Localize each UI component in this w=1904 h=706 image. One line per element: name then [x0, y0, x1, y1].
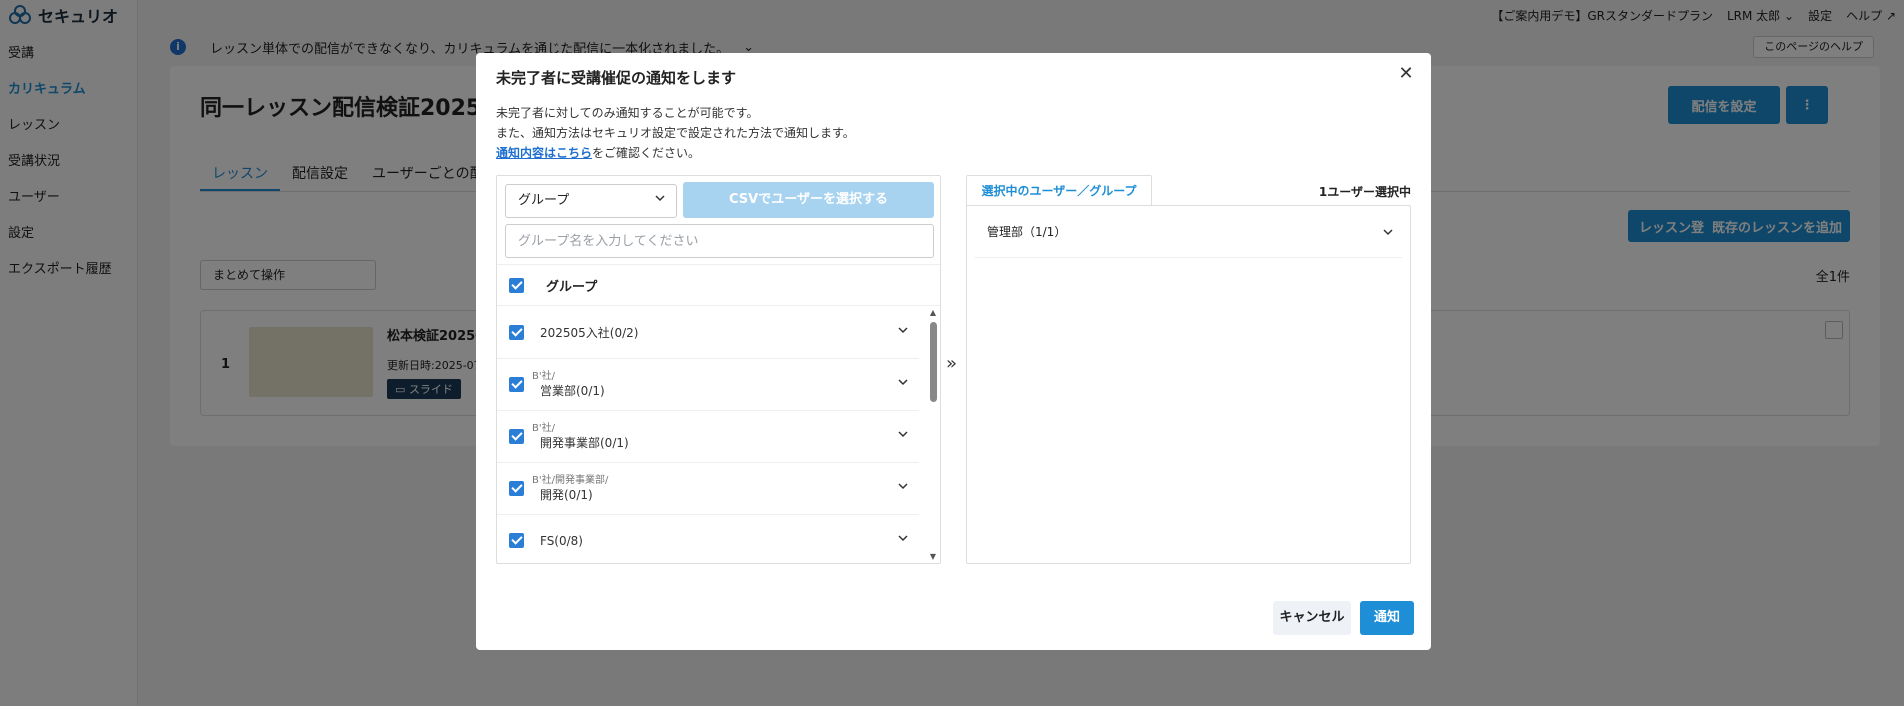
chevron-down-icon[interactable] [897, 532, 909, 548]
scroll-thumb[interactable] [930, 322, 937, 402]
group-checkbox[interactable] [509, 481, 524, 496]
group-list-header-label: グループ [546, 279, 598, 295]
group-list-scrollbar[interactable]: ▲ ▼ [928, 308, 938, 562]
list-item[interactable]: FS(0/8) [497, 515, 919, 564]
notify-button[interactable]: 通知 [1360, 601, 1414, 635]
desc-suffix: をご確認ください。 [592, 146, 701, 160]
notification-content-link[interactable]: 通知内容はこちら [496, 146, 592, 160]
group-checkbox[interactable] [509, 377, 524, 392]
type-select[interactable]: グループ [505, 184, 677, 218]
selected-count: 1ユーザー選択中 [1318, 185, 1411, 199]
notify-modal: 未完了者に受講催促の通知をします ✕ 未完了者に対してのみ通知することが可能です… [476, 53, 1431, 650]
modal-title: 未完了者に受講催促の通知をします [496, 69, 737, 87]
group-path: B'社/ [532, 422, 555, 434]
selected-users-tab[interactable]: 選択中のユーザー／グループ [966, 175, 1152, 205]
chevron-down-icon[interactable] [1382, 226, 1394, 241]
selected-group-name: 管理部（1/1） [987, 225, 1067, 239]
csv-select-button[interactable]: CSVでユーザーを選択する [683, 182, 934, 218]
type-select-value: グループ [518, 193, 570, 208]
group-list[interactable]: 202505入社(0/2) B'社/営業部(0/1) B'社/開発事業部(0/1… [497, 307, 925, 564]
group-name: 営業部(0/1) [540, 383, 605, 398]
scroll-up-icon[interactable]: ▲ [928, 308, 938, 318]
group-name: FS(0/8) [540, 533, 583, 548]
group-path: B'社/ [532, 370, 555, 382]
select-all-checkbox[interactable] [509, 277, 524, 293]
list-item[interactable]: B'社/開発事業部(0/1) [497, 411, 919, 463]
double-chevron-right-icon: » [946, 353, 958, 374]
list-item[interactable]: 管理部（1/1） [975, 206, 1402, 258]
selected-panel: 管理部（1/1） [966, 205, 1411, 564]
group-name: 開発(0/1) [540, 487, 593, 502]
modal-description: 未完了者に対してのみ通知することが可能です。 また、通知方法はセキュリオ設定で設… [496, 103, 855, 163]
cancel-button[interactable]: キャンセル [1273, 601, 1351, 635]
chevron-down-icon[interactable] [897, 376, 909, 392]
chevron-down-icon [654, 185, 666, 217]
scroll-down-icon[interactable]: ▼ [928, 552, 938, 562]
list-item[interactable]: 202505入社(0/2) [497, 307, 919, 359]
group-name: 開発事業部(0/1) [540, 435, 629, 450]
desc-line-2: また、通知方法はセキュリオ設定で設定された方法で通知します。 [496, 126, 855, 140]
group-checkbox[interactable] [509, 429, 524, 444]
chevron-down-icon[interactable] [897, 480, 909, 496]
group-name: 202505入社(0/2) [540, 325, 639, 340]
group-list-header: グループ [497, 264, 940, 306]
list-item[interactable]: B'社/開発事業部/開発(0/1) [497, 463, 919, 515]
chevron-down-icon[interactable] [897, 324, 909, 340]
close-button[interactable]: ✕ [1395, 63, 1417, 85]
group-picker-panel: グループ CSVでユーザーを選択する グループ 202505入社(0/2) B'… [496, 175, 941, 564]
list-item[interactable]: B'社/営業部(0/1) [497, 359, 919, 411]
group-checkbox[interactable] [509, 325, 524, 340]
close-icon: ✕ [1398, 63, 1414, 84]
group-search-input[interactable] [505, 224, 934, 258]
group-path: B'社/開発事業部/ [532, 474, 609, 486]
desc-line-1: 未完了者に対してのみ通知することが可能です。 [496, 106, 759, 120]
chevron-down-icon[interactable] [897, 428, 909, 444]
desc-line-3: 通知内容はこちらをご確認ください。 [496, 143, 855, 163]
group-checkbox[interactable] [509, 533, 524, 548]
